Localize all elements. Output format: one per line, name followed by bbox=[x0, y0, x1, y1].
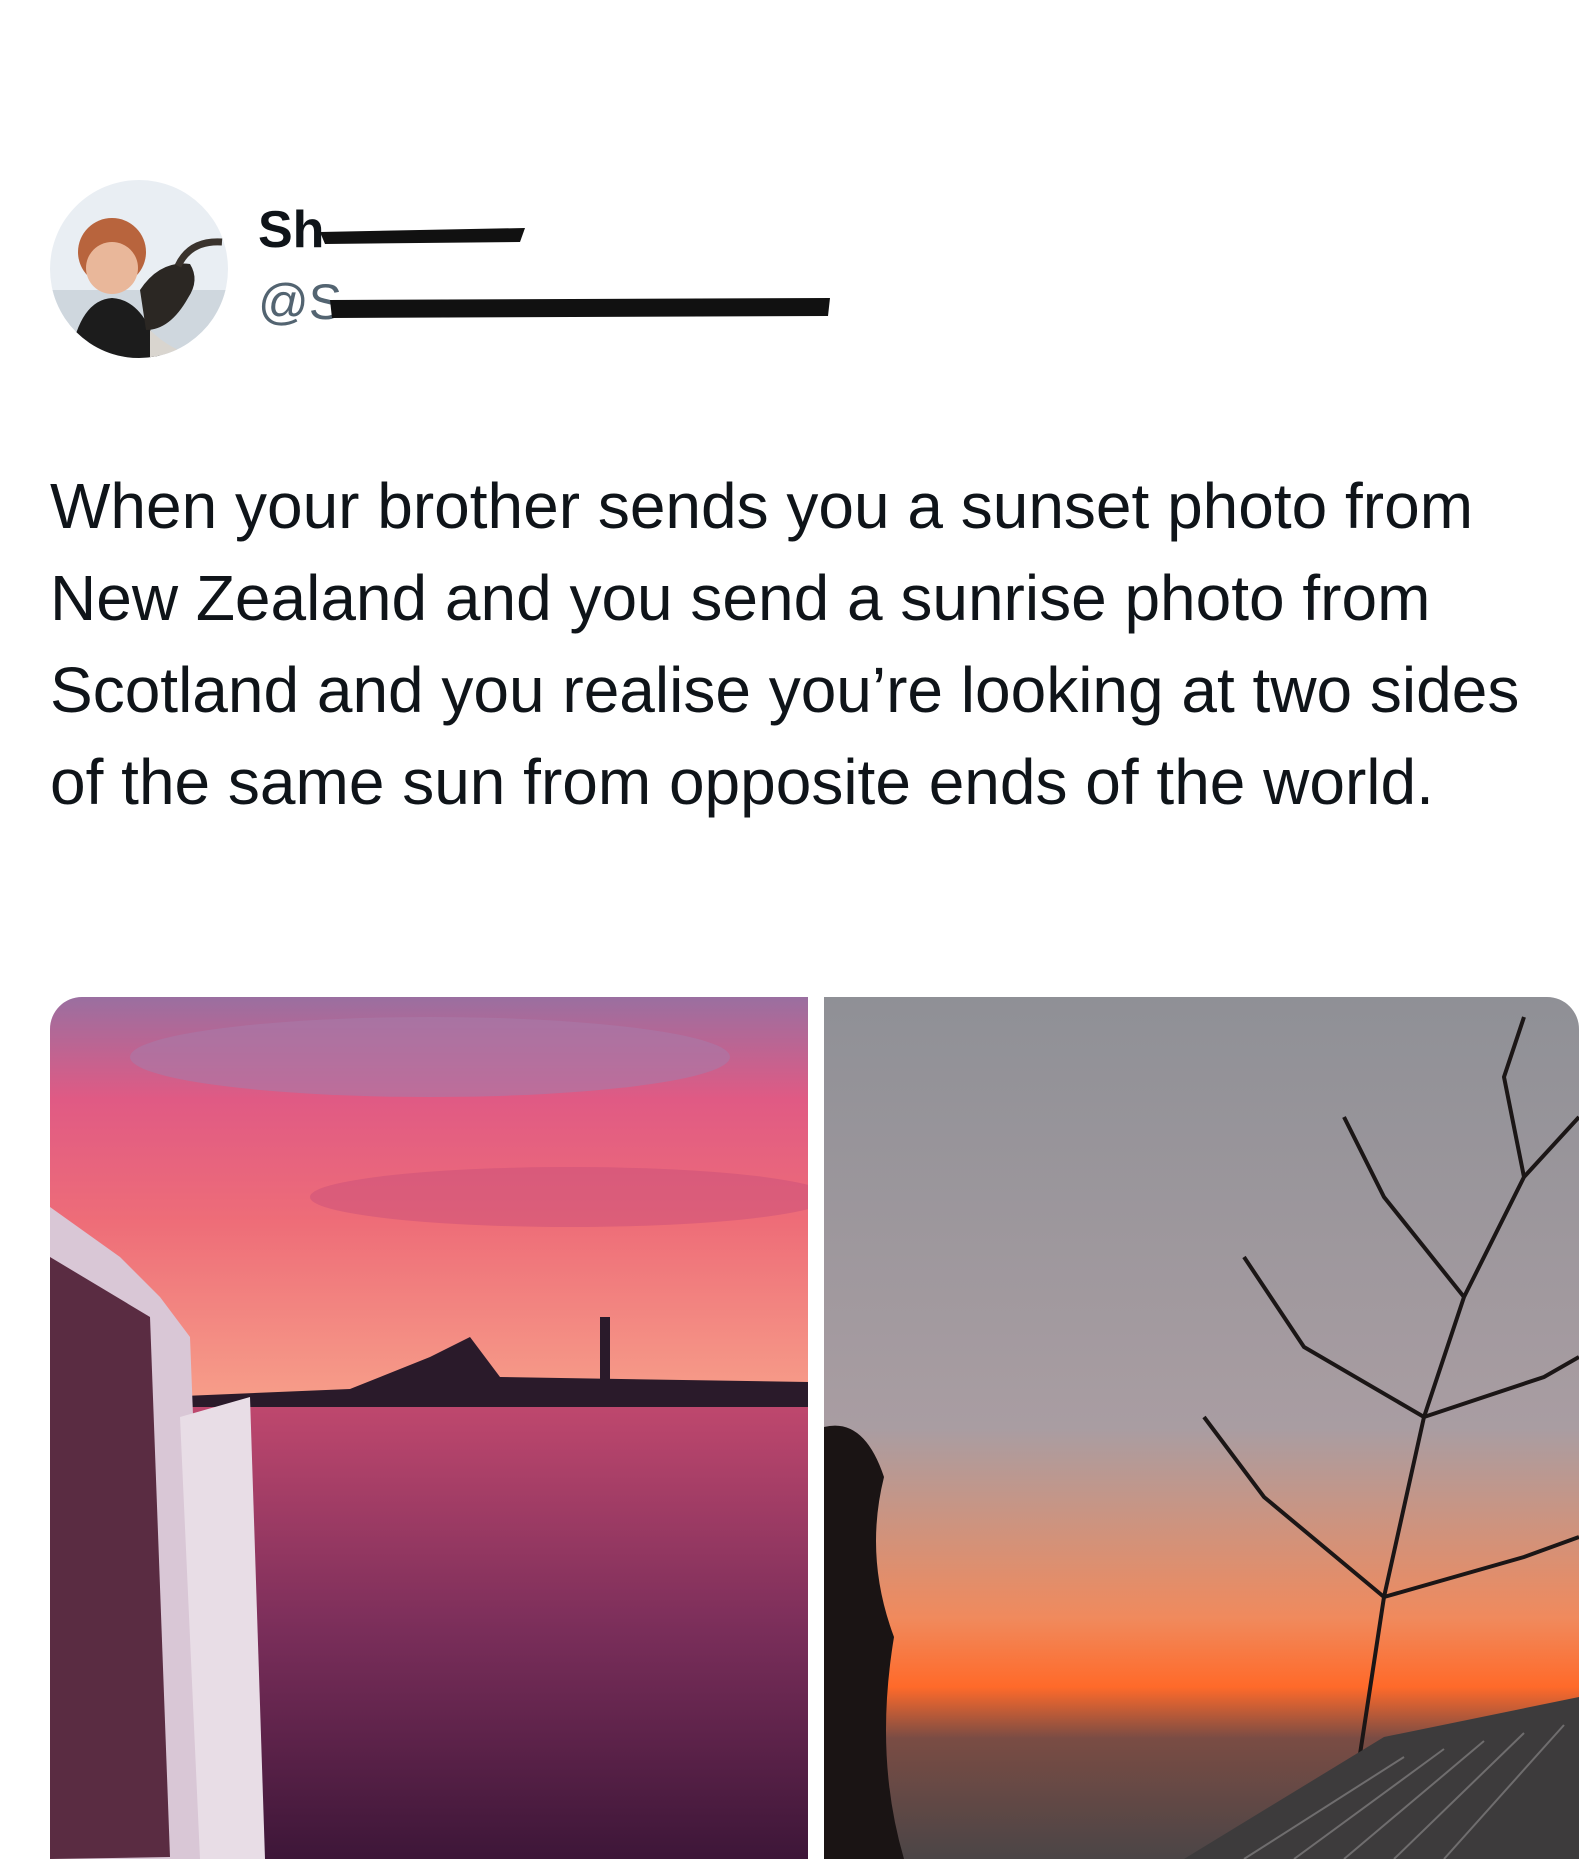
author-avatar[interactable] bbox=[50, 180, 228, 358]
media-photo-sunrise[interactable] bbox=[824, 997, 1579, 1859]
redaction-scribble bbox=[320, 228, 525, 244]
author-info: Sh @S bbox=[258, 200, 830, 332]
media-grid bbox=[50, 997, 1579, 1859]
tweet-text: When your brother sends you a sunset pho… bbox=[50, 470, 1520, 818]
avatar-image bbox=[50, 180, 228, 358]
redaction-scribble bbox=[330, 298, 830, 318]
author-display-name[interactable]: Sh bbox=[258, 200, 525, 260]
author-handle[interactable]: @S bbox=[258, 272, 830, 332]
sunset-image bbox=[50, 997, 808, 1859]
media-photo-sunset[interactable] bbox=[50, 997, 808, 1859]
sunrise-image bbox=[824, 997, 1579, 1859]
